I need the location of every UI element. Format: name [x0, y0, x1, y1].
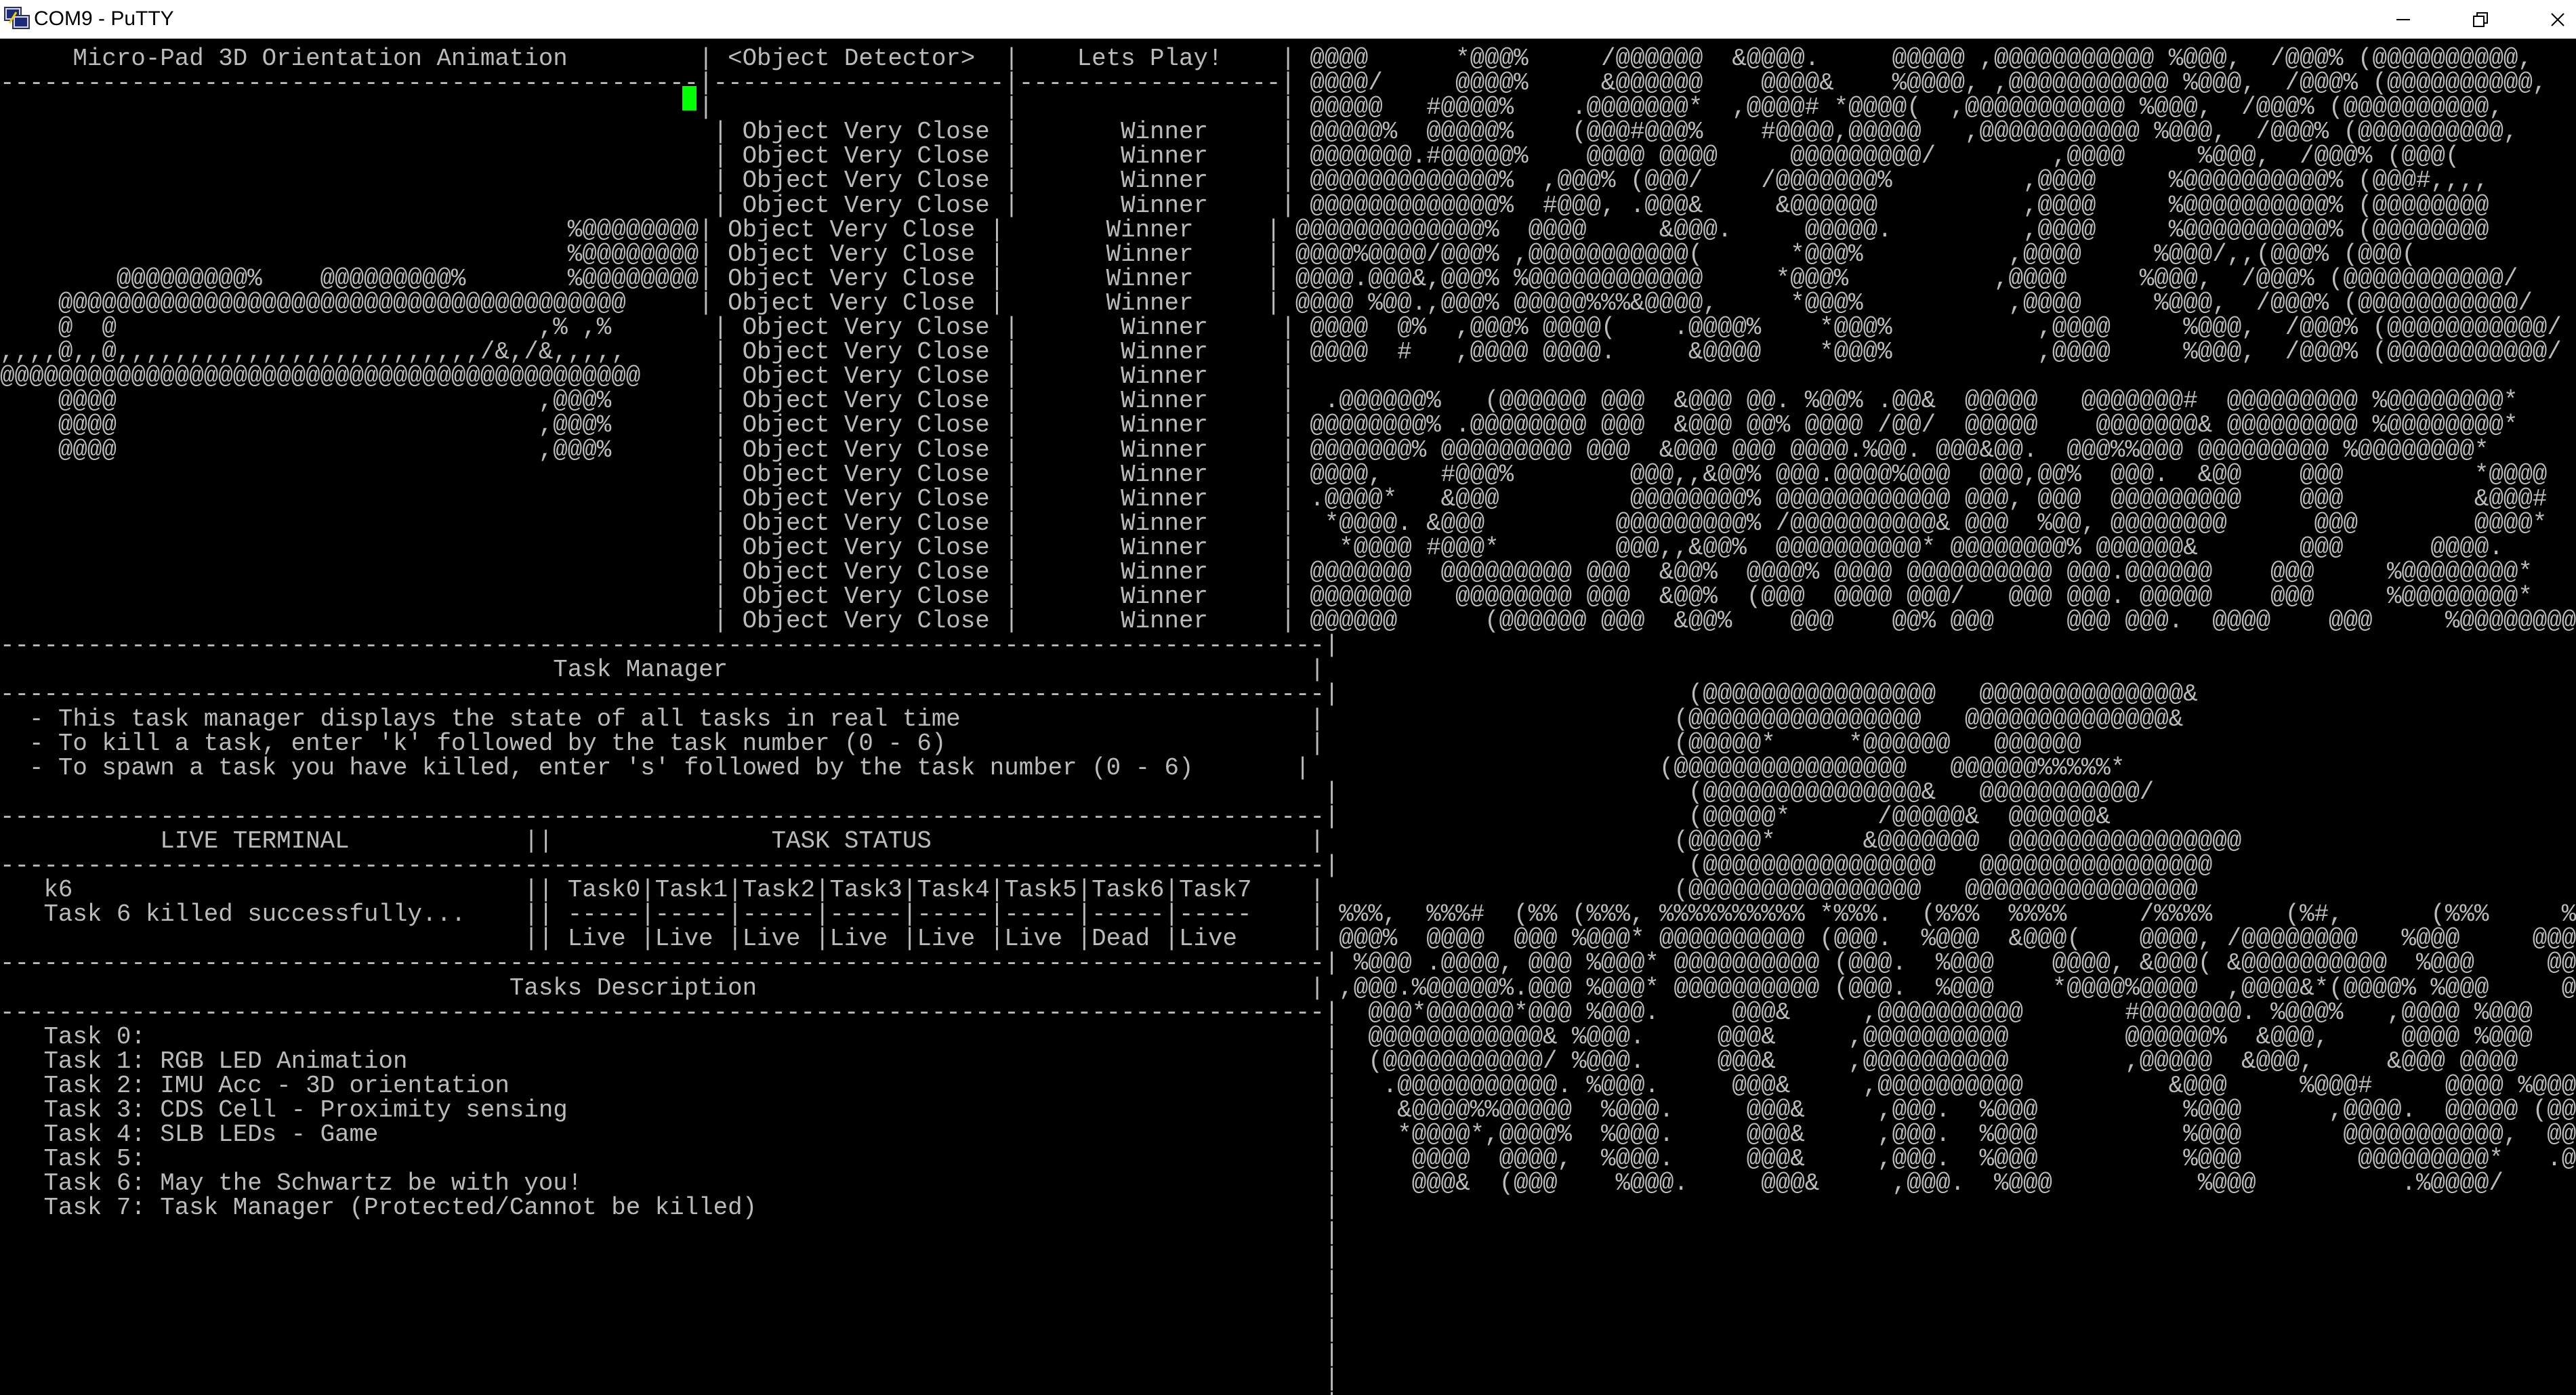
terminal-line: |	[0, 1218, 1339, 1247]
terminal-line: ----------------------------------------…	[0, 69, 2548, 98]
restore-icon	[2473, 12, 2488, 27]
terminal-line: %@@@@@@@@| Object Very Close | Winner | …	[0, 240, 2416, 268]
terminal-line: Task 2: IMU Acc - 3D orientation | .@@@@…	[0, 1071, 2576, 1100]
terminal-line: || Live |Live |Live |Live |Live |Live |D…	[0, 925, 2576, 953]
close-button[interactable]	[2519, 0, 2576, 39]
terminal-line: ----------------------------------------…	[0, 802, 2111, 831]
terminal-line: @@@@ ,@@@% | Object Very Close | Winner …	[0, 411, 2518, 440]
terminal-line: - To spawn a task you have killed, enter…	[0, 753, 2125, 782]
terminal-line: | Object Very Close | Winner | @@@@@@ (@…	[0, 607, 2576, 636]
terminal-line: |	[0, 1267, 1339, 1295]
terminal-line: | Object Very Close | Winner | @@@@@@@ @…	[0, 558, 2533, 586]
terminal-line: Tasks Description | ,@@@.%@@@@@%.@@@ %@@…	[0, 974, 2576, 1002]
terminal-line: @@@@ ,@@@% | Object Very Close | Winner …	[0, 436, 2489, 464]
terminal-line: k6 || Task0|Task1|Task2|Task3|Task4|Task…	[0, 876, 2198, 904]
terminal-line: |	[0, 1340, 1339, 1369]
terminal-line: ,,,,@,,@,,,,,,,,,,,,,,,,,,,,,,,,,/&,/&,,…	[0, 338, 2562, 367]
terminal-line: Task 6: May the Schwartz be with you! | …	[0, 1169, 2576, 1198]
terminal-line: ----------------------------------------…	[0, 631, 1339, 660]
terminal-cursor	[682, 86, 697, 110]
terminal-line: | Object Very Close | Winner | *@@@@. &@…	[0, 509, 2548, 537]
minimize-button[interactable]	[2365, 0, 2442, 39]
terminal-line: | Object Very Close | Winner | @@@@@@@.#…	[0, 142, 2460, 171]
terminal-line: LIVE TERMINAL || TASK STATUS | (@@@@@* &…	[0, 827, 2242, 855]
terminal-line: Task 7: Task Manager (Protected/Cannot b…	[0, 1194, 1339, 1222]
terminal-line: @@@@@@@@@@@@@@@@@@@@@@@@@@@@@@@@@@@@@@@@…	[0, 362, 1295, 391]
terminal-line: Task 0: | @@@@@@@@@@@@& %@@@. @@@& ,@@@@…	[0, 1022, 2576, 1051]
terminal-line: Micro-Pad 3D Orientation Animation | <Ob…	[0, 45, 2533, 72]
terminal-line: | Object Very Close | Winner | @@@@@@@ @…	[0, 583, 2533, 611]
terminal-line: Task 4: SLB LEDs - Game | *@@@@*,@@@@% %…	[0, 1121, 2576, 1149]
terminal-line: |	[0, 1392, 2576, 1395]
terminal-line: | Object Very Close | Winner | @@@@, #@@…	[0, 460, 2548, 488]
terminal-line: |	[0, 1365, 1339, 1394]
terminal-line: |	[0, 1243, 1339, 1271]
terminal-screen[interactable]: Micro-Pad 3D Orientation Animation | <Ob…	[0, 39, 2576, 1395]
window-title: COM9 - PuTTY	[34, 7, 174, 30]
terminal-line: ----------------------------------------…	[0, 949, 2576, 978]
terminal-line: | (@@@@@@@@@@@@@@@& @@@@@@@@@@@/	[0, 778, 2155, 806]
terminal-line: @@@@ ,@@@% | Object Very Close | Winner …	[0, 387, 2518, 415]
terminal-line: ----------------------------------------…	[0, 998, 2576, 1026]
terminal-line: Task 1: RGB LED Animation | (@@@@@@@@@@@…	[0, 1047, 2576, 1075]
terminal-line: %@@@@@@@@| Object Very Close | Winner | …	[0, 215, 2489, 244]
putty-app-icon[interactable]	[4, 7, 30, 30]
terminal-line: ----------------------------------------…	[0, 852, 2213, 880]
terminal-line: | Object Very Close | Winner | @@@@@% @@…	[0, 118, 2518, 146]
terminal-line: | | | @@@@@ #@@@@% .@@@@@@@* ,@@@@# *@@@…	[0, 93, 2504, 122]
terminal-line: ----------------------------------------…	[0, 680, 2198, 709]
terminal-line: | Object Very Close | Winner | @@@@@@@@@…	[0, 167, 2489, 195]
terminal-line: @ @ ,% ,% | Object Very Close | Winner |…	[0, 314, 2562, 342]
terminal-line: @@@@@@@@@% @@@@@@@@@% %@@@@@@@@| Object …	[0, 264, 2518, 293]
terminal-line: | Object Very Close | Winner | *@@@@ #@@…	[0, 533, 2504, 562]
terminal-line: Task Manager |	[0, 656, 1325, 684]
terminal-line: Task 6 killed successfully... || -----|-…	[0, 900, 2576, 929]
restore-button[interactable]	[2442, 0, 2519, 39]
terminal-line: | Object Very Close | Winner | @@@@@@@@@…	[0, 191, 2489, 220]
terminal-line: Task 3: CDS Cell - Proximity sensing | &…	[0, 1096, 2576, 1125]
terminal-line: - This task manager displays the state o…	[0, 705, 2184, 733]
terminal-line: @@@@@@@@@@@@@@@@@@@@@@@@@@@@@@@@@@@@@@@ …	[0, 289, 2533, 317]
terminal-line: | Object Very Close | Winner | .@@@@* &@…	[0, 484, 2548, 513]
terminal-line: |	[0, 1291, 1339, 1320]
terminal-line: Task 5: | @@@@ @@@@, %@@@. @@@& ,@@@. %@…	[0, 1145, 2576, 1173]
terminal-line: - To kill a task, enter 'k' followed by …	[0, 729, 2081, 757]
terminal-text: Micro-Pad 3D Orientation Animation | <Ob…	[0, 45, 2576, 1395]
minimize-icon	[2396, 18, 2410, 20]
terminal-line: |	[0, 1316, 1339, 1344]
close-icon	[2551, 12, 2564, 26]
window-title-bar[interactable]: COM9 - PuTTY	[0, 0, 2576, 39]
